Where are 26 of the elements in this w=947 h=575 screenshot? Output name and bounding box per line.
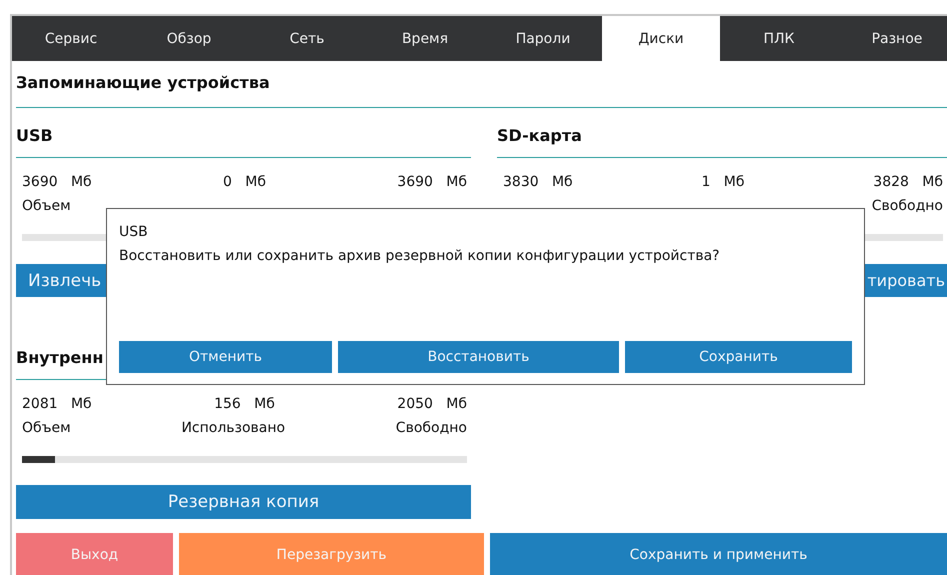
size-value: 2050 Мб bbox=[397, 395, 467, 414]
size-value: 3828 Мб bbox=[873, 173, 943, 192]
size-label: Объем bbox=[22, 419, 71, 438]
size-label: Объем bbox=[22, 197, 71, 216]
size-label: Свободно bbox=[396, 419, 467, 438]
dialog-title: USB bbox=[119, 223, 148, 242]
dialog-button[interactable]: Отменить bbox=[119, 341, 332, 373]
dialog-button[interactable]: Сохранить bbox=[625, 341, 852, 373]
section-title: Запоминающие устройства bbox=[16, 73, 271, 93]
panel-title: SD-карта bbox=[497, 126, 582, 146]
size-label: Использовано bbox=[181, 419, 286, 438]
size-value: 2081 Мб bbox=[22, 395, 92, 414]
tab[interactable]: Диски bbox=[602, 16, 720, 61]
size-value: 156 Мб bbox=[214, 395, 275, 414]
size-value: 1 Мб bbox=[702, 173, 744, 192]
panel-title: USB bbox=[16, 126, 53, 146]
panel-title: Внутренн bbox=[16, 348, 104, 368]
dialog-message: Восстановить или сохранить архив резервной копии конфигурации устройства? bbox=[119, 247, 720, 266]
size-value: 3830 Мб bbox=[503, 173, 573, 192]
panel-button[interactable]: Резервная копия bbox=[16, 485, 471, 519]
action-button[interactable]: Сохранить и применить bbox=[490, 533, 947, 575]
size-value: 3690 Мб bbox=[397, 173, 467, 192]
dialog-button[interactable]: Восстановить bbox=[338, 341, 619, 373]
size-value: 0 Мб bbox=[223, 173, 266, 192]
size-value: 3690 Мб bbox=[22, 173, 92, 192]
size-label: Свободно bbox=[872, 197, 943, 216]
